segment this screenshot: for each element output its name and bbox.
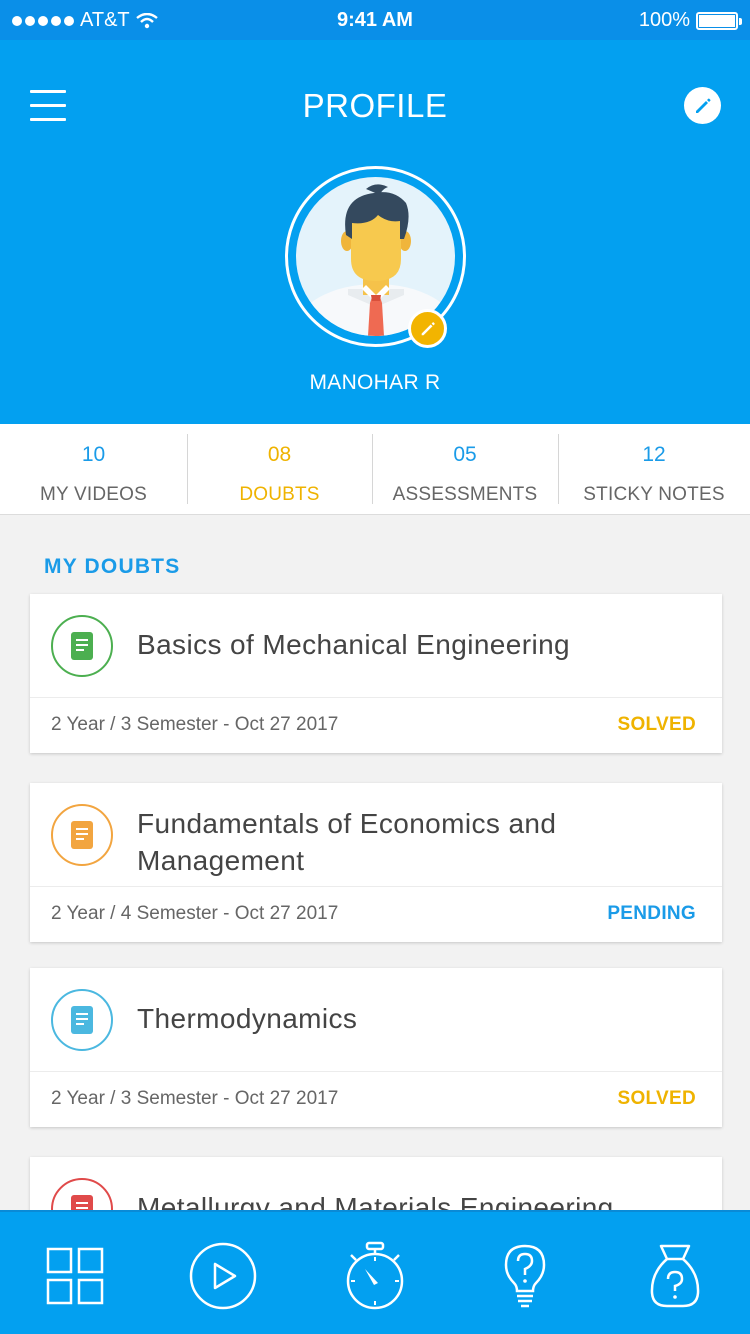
document-icon	[51, 989, 113, 1051]
stats-bar: 10 MY VIDEOS 08 DOUBTS 05 ASSESSMENTS 12…	[0, 424, 750, 515]
profile-header: PROFILE MANOHAR R	[0, 40, 750, 424]
doubt-meta: 2 Year / 4 Semester - Oct 27 2017 PENDIN…	[30, 887, 722, 942]
document-icon	[51, 804, 113, 866]
status-time: 9:41 AM	[337, 9, 413, 31]
battery-info: 100%	[638, 9, 742, 32]
pencil-icon	[421, 321, 435, 335]
stopwatch-icon	[346, 1241, 404, 1310]
stat-assessments[interactable]: 05 ASSESSMENTS	[372, 424, 558, 514]
section-title: MY DOUBTS	[44, 555, 181, 578]
page-title: PROFILE	[302, 87, 448, 124]
status-badge: SOLVED	[617, 1088, 696, 1109]
lightbulb-question-icon	[504, 1244, 546, 1308]
stat-value: 05	[453, 443, 477, 466]
tab-quiz[interactable]	[639, 1240, 711, 1312]
status-bar: AT&T 9:41 AM 100%	[0, 0, 750, 40]
stat-my-videos[interactable]: 10 MY VIDEOS	[0, 424, 187, 514]
doubt-title: Fundamentals of Economics and Management	[137, 808, 557, 876]
doubt-subtitle: 2 Year / 3 Semester - Oct 27 2017	[51, 1088, 339, 1109]
doubt-title: Basics of Mechanical Engineering	[137, 629, 571, 660]
bag-question-icon	[650, 1244, 700, 1308]
grid-icon	[46, 1247, 104, 1305]
doubt-meta: 2 Year / 3 Semester - Oct 27 2017 SOLVED	[30, 1072, 722, 1127]
doubt-card[interactable]: Fundamentals of Economics and Management…	[30, 783, 722, 942]
document-icon	[51, 615, 113, 677]
doubt-meta: 2 Year / 3 Semester - Oct 27 2017 SOLVED	[30, 698, 722, 753]
stat-label: DOUBTS	[239, 484, 320, 505]
stat-sticky-notes[interactable]: 12 STICKY NOTES	[558, 424, 750, 514]
stat-value: 10	[81, 443, 106, 466]
stat-label: MY VIDEOS	[39, 484, 148, 505]
doubt-card-header: Fundamentals of Economics and Management	[30, 783, 722, 887]
doubt-subtitle: 2 Year / 3 Semester - Oct 27 2017	[51, 714, 339, 735]
doubt-card-header: Basics of Mechanical Engineering	[30, 594, 722, 698]
stat-label: STICKY NOTES	[583, 484, 725, 505]
doubt-card[interactable]: Basics of Mechanical Engineering 2 Year …	[30, 594, 722, 753]
doubt-title: Thermodynamics	[137, 1003, 358, 1034]
doubt-subtitle: 2 Year / 4 Semester - Oct 27 2017	[51, 903, 339, 924]
tab-doubts[interactable]	[489, 1240, 561, 1312]
stat-value: 08	[267, 443, 292, 466]
tab-timer[interactable]	[339, 1240, 411, 1312]
avatar-edit-button[interactable]	[408, 309, 447, 348]
battery-percent: 100%	[638, 9, 690, 31]
doubt-card-header: Thermodynamics	[30, 968, 722, 1072]
user-name: MANOHAR R	[309, 371, 441, 394]
stat-doubts[interactable]: 08 DOUBTS	[187, 424, 372, 514]
stat-value: 12	[642, 443, 666, 466]
stat-label: ASSESSMENTS	[392, 484, 538, 505]
doubt-card[interactable]: Thermodynamics 2 Year / 3 Semester - Oct…	[30, 968, 722, 1127]
status-badge: PENDING	[607, 903, 696, 924]
pencil-icon	[695, 97, 711, 113]
battery-icon	[696, 11, 742, 30]
edit-profile-button[interactable]	[684, 87, 721, 124]
tab-dashboard[interactable]	[39, 1240, 111, 1312]
status-badge: SOLVED	[617, 714, 696, 735]
bottom-tab-bar	[0, 1210, 750, 1334]
play-circle-icon	[189, 1242, 257, 1310]
tab-videos[interactable]	[187, 1240, 259, 1312]
